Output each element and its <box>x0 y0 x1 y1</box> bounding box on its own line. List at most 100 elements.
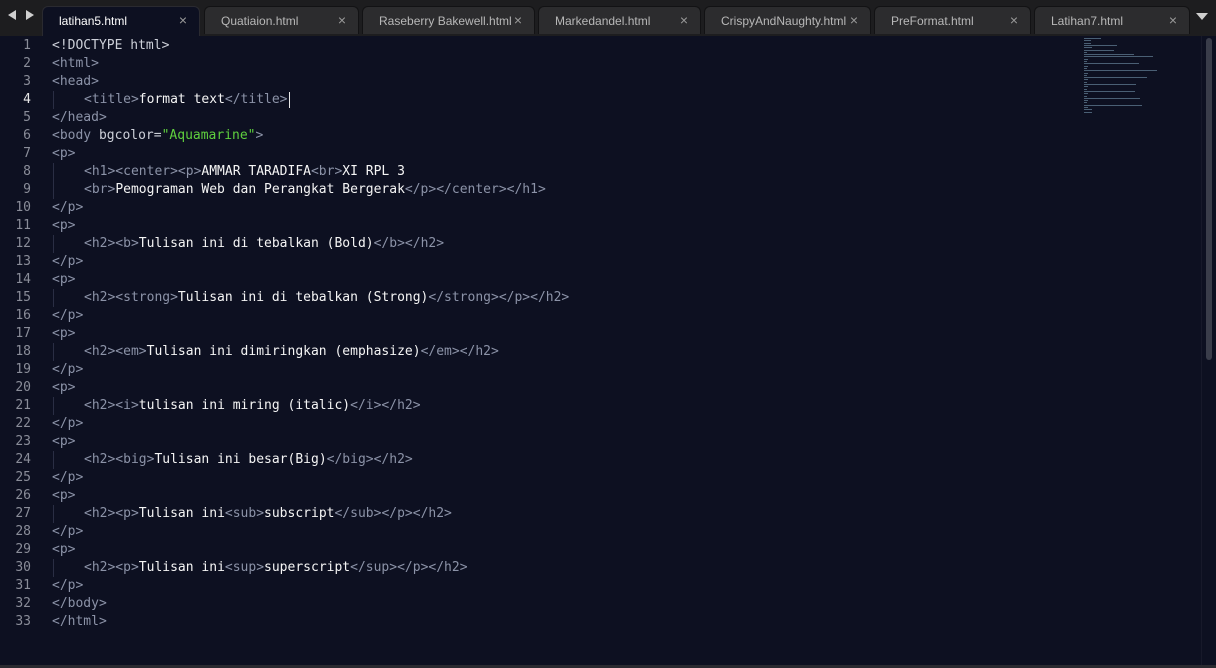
code-line[interactable]: </p> <box>52 361 83 379</box>
code-line[interactable]: </p> <box>52 523 83 541</box>
code-line[interactable]: <br>Pemograman Web dan Perangkat Bergera… <box>84 181 546 199</box>
code-line[interactable]: <h2><b>Tulisan ini di tebalkan (Bold)</b… <box>84 235 444 253</box>
minimap[interactable] <box>1082 36 1192 116</box>
minimap-line <box>1084 100 1089 102</box>
chevron-down-icon[interactable] <box>1196 13 1208 20</box>
code-token: </em></h2> <box>420 344 499 359</box>
code-area[interactable]: <!DOCTYPE html> <html> <head> <title>format… <box>52 36 1072 668</box>
code-token: </p> <box>52 578 84 593</box>
code-token: <p> <box>52 380 76 395</box>
tab-3[interactable]: Raseberry Bakewell.html × <box>362 6 535 34</box>
line-number: 16 <box>15 308 31 323</box>
code-line[interactable]: <p> <box>52 379 75 397</box>
close-icon[interactable]: × <box>338 12 346 28</box>
code-token: "Aquamarine" <box>161 128 256 143</box>
code-token: <h2><i> <box>84 398 139 413</box>
code-line[interactable]: <html> <box>52 55 99 73</box>
line-number: 32 <box>15 596 31 611</box>
minimap-line <box>1084 77 1147 79</box>
line-number: 33 <box>15 614 31 629</box>
tab-2[interactable]: Quatiaion.html × <box>204 6 359 34</box>
code-line[interactable]: </p> <box>52 199 83 217</box>
line-number: 27 <box>15 506 31 521</box>
code-line[interactable]: </p> <box>52 415 83 433</box>
line-number: 28 <box>15 524 31 539</box>
code-token: </sub></p></h2> <box>334 506 452 521</box>
line-number: 13 <box>15 254 31 269</box>
code-line[interactable]: <p> <box>52 145 75 163</box>
triangle-left-icon[interactable] <box>8 10 16 20</box>
minimap-line <box>1084 58 1089 60</box>
code-line[interactable]: <body bgcolor="Aquamarine"> <box>52 127 263 145</box>
close-icon[interactable]: × <box>514 12 522 28</box>
code-line[interactable]: </p> <box>52 577 83 595</box>
code-line[interactable]: <title>format text</title> <box>84 91 288 109</box>
close-icon[interactable]: × <box>179 12 187 28</box>
line-number: 7 <box>23 146 31 161</box>
code-token: <sub> <box>224 506 265 521</box>
vertical-scrollbar[interactable] <box>1201 36 1216 668</box>
code-line[interactable]: <p> <box>52 325 75 343</box>
triangle-right-icon[interactable] <box>26 10 34 20</box>
tab-5[interactable]: CrispyAndNaughty.html × <box>704 6 871 34</box>
code-line[interactable]: <h2><p>Tulisan ini<sub>subscript</sub></… <box>84 505 452 523</box>
code-token: <h2><p> <box>84 560 139 575</box>
close-icon[interactable]: × <box>850 12 858 28</box>
line-number: 30 <box>15 560 31 575</box>
tab-4[interactable]: Markedandel.html × <box>538 6 701 34</box>
code-token: subscript <box>264 506 335 521</box>
code-token: <h2><em> <box>84 344 147 359</box>
code-token: <head> <box>52 74 99 89</box>
code-token: </p> <box>52 524 84 539</box>
code-line[interactable]: <h2><p>Tulisan ini<sup>superscript</sup>… <box>84 559 468 577</box>
minimap-line <box>1084 109 1092 111</box>
code-line[interactable]: </head> <box>52 109 107 127</box>
minimap-line <box>1084 65 1089 67</box>
line-number: 26 <box>15 488 31 503</box>
tab-1[interactable]: latihan5.html × <box>42 6 200 36</box>
code-editor[interactable]: 1 2 3 4 5 6 7 8 9 10 11 12 13 14 15 16 17 18 19 20 21 22 23 24 2… <box>0 36 1216 668</box>
code-token: <sup> <box>224 560 265 575</box>
line-number: 15 <box>15 290 31 305</box>
code-line[interactable]: <p> <box>52 217 75 235</box>
minimap-line <box>1084 102 1088 104</box>
code-line[interactable]: <head> <box>52 73 99 91</box>
code-line[interactable]: <h2><strong>Tulisan ini di tebalkan (Str… <box>84 289 569 307</box>
close-icon[interactable]: × <box>1169 12 1177 28</box>
line-number: 8 <box>23 164 31 179</box>
code-line[interactable]: </p> <box>52 253 83 271</box>
indent-guide <box>53 559 54 577</box>
code-token: <body <box>52 128 99 143</box>
indent-guide <box>53 343 54 361</box>
code-line[interactable]: <p> <box>52 541 75 559</box>
code-line[interactable]: <!DOCTYPE html> <box>52 37 169 55</box>
scrollbar-thumb[interactable] <box>1206 38 1212 360</box>
line-number: 2 <box>23 56 31 71</box>
line-number: 9 <box>23 182 31 197</box>
code-line[interactable]: <p> <box>52 271 75 289</box>
close-icon[interactable]: × <box>680 12 688 28</box>
minimap-line <box>1084 51 1088 53</box>
code-line[interactable]: </html> <box>52 613 107 631</box>
code-token: Tulisan ini dimiringkan (emphasize) <box>146 344 421 359</box>
indent-guide <box>53 289 54 307</box>
tab-6[interactable]: PreFormat.html × <box>874 6 1031 34</box>
code-line[interactable]: <h2><big>Tulisan ini besar(Big)</big></h… <box>84 451 413 469</box>
code-line[interactable]: <p> <box>52 487 75 505</box>
minimap-line <box>1084 81 1088 83</box>
code-line[interactable]: <h2><em>Tulisan ini dimiringkan (emphasi… <box>84 343 499 361</box>
code-token: </head> <box>52 110 107 125</box>
minimap-line <box>1084 61 1088 62</box>
code-token: </title> <box>224 92 288 107</box>
tab-7[interactable]: Latihan7.html × <box>1034 6 1190 34</box>
indent-guide <box>53 91 54 109</box>
code-line[interactable]: <h1><center><p>AMMAR TARADIFA<br>XI RPL … <box>84 163 405 181</box>
code-line[interactable]: <h2><i>tulisan ini miring (italic)</i></… <box>84 397 421 415</box>
code-line[interactable]: <p> <box>52 433 75 451</box>
code-line[interactable]: </body> <box>52 595 107 613</box>
code-line[interactable]: </p> <box>52 469 83 487</box>
code-token: </html> <box>52 614 107 629</box>
code-line[interactable]: </p> <box>52 307 83 325</box>
close-icon[interactable]: × <box>1010 12 1018 28</box>
tab-label: Quatiaion.html <box>221 14 299 28</box>
